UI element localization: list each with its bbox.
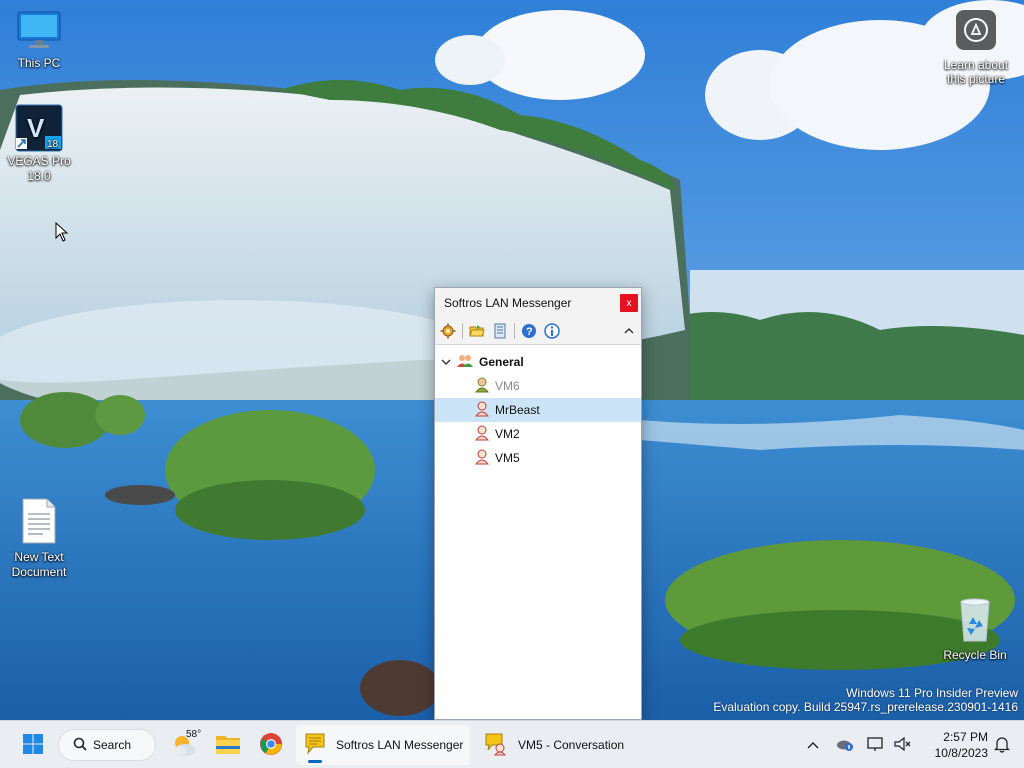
user-online-icon bbox=[474, 401, 490, 420]
info-icon[interactable] bbox=[543, 322, 561, 340]
group-name: General bbox=[479, 355, 524, 369]
contact-name: VM6 bbox=[495, 379, 520, 393]
window-title: Softros LAN Messenger bbox=[444, 296, 572, 310]
svg-text:V: V bbox=[27, 113, 45, 143]
volume-muted-icon bbox=[894, 736, 912, 755]
desktop-icon-label: New Text Document bbox=[11, 550, 67, 579]
weather-widget[interactable]: 58° bbox=[166, 725, 206, 765]
folder-icon bbox=[215, 733, 241, 758]
volume-tray[interactable] bbox=[892, 725, 914, 765]
contact-vm6[interactable]: VM6 bbox=[435, 374, 641, 398]
desktop-icon-label: VEGAS Pro 18.0 bbox=[7, 154, 71, 183]
contact-mrbeast[interactable]: MrBeast bbox=[435, 398, 641, 422]
windows-watermark: Windows 11 Pro Insider Preview Evaluatio… bbox=[713, 686, 1018, 714]
group-users-icon bbox=[456, 354, 474, 371]
bell-icon bbox=[993, 735, 1011, 756]
network-icon bbox=[867, 736, 885, 755]
learn-label: Learn about this picture bbox=[943, 58, 1009, 86]
contact-name: VM5 bbox=[495, 451, 520, 465]
contact-tree: General VM6 MrBeast VM2 VM5 bbox=[435, 345, 641, 470]
contact-name: MrBeast bbox=[495, 403, 540, 417]
group-general[interactable]: General bbox=[435, 350, 641, 374]
user-offline-icon bbox=[474, 377, 490, 396]
taskbar-app-label: Softros LAN Messenger bbox=[336, 738, 464, 752]
taskbar-app-softros[interactable]: Softros LAN Messenger bbox=[296, 725, 470, 765]
learn-about-picture[interactable]: Learn about this picture bbox=[936, 10, 1016, 86]
search-label: Search bbox=[93, 738, 132, 752]
conversation-icon bbox=[484, 732, 508, 759]
taskbar-app-label: VM5 - Conversation bbox=[518, 738, 625, 752]
user-online-icon bbox=[474, 425, 490, 444]
desktop-icon-new-text-document[interactable]: New Text Document bbox=[0, 498, 78, 580]
chevron-up-icon[interactable] bbox=[621, 323, 637, 339]
watermark-line-1: Windows 11 Pro Insider Preview bbox=[846, 686, 1018, 700]
file-explorer-button[interactable] bbox=[210, 725, 246, 765]
open-folder-icon[interactable] bbox=[468, 322, 486, 340]
messenger-window[interactable]: Softros LAN Messenger x ? General VM6 Mr… bbox=[434, 287, 642, 720]
text-document-icon bbox=[0, 498, 78, 548]
clock-time: 2:57 PM bbox=[943, 730, 988, 744]
chevron-up-icon bbox=[807, 738, 819, 752]
notifications-button[interactable] bbox=[990, 725, 1014, 765]
message-log-icon[interactable] bbox=[491, 322, 509, 340]
taskbar: Search 58° Softros LAN Messenger VM5 - C… bbox=[0, 720, 1024, 768]
toolbar-separator bbox=[514, 323, 515, 339]
desktop-icon-recycle-bin[interactable]: Recycle Bin bbox=[936, 598, 1014, 663]
chevron-down-icon[interactable] bbox=[441, 355, 451, 369]
svg-text:18: 18 bbox=[47, 139, 59, 150]
search-icon bbox=[73, 737, 87, 754]
onedrive-tray[interactable] bbox=[832, 725, 858, 765]
cloud-status-icon bbox=[835, 736, 855, 755]
show-hidden-icons-button[interactable] bbox=[800, 725, 826, 765]
contact-vm2[interactable]: VM2 bbox=[435, 422, 641, 446]
messenger-toolbar: ? bbox=[435, 318, 641, 345]
user-online-icon bbox=[474, 449, 490, 468]
desktop-icon-label: This PC bbox=[17, 56, 61, 70]
contact-name: VM2 bbox=[495, 427, 520, 441]
softros-messenger-icon bbox=[304, 732, 326, 759]
chrome-button[interactable] bbox=[252, 725, 290, 765]
desktop-icon-this-pc[interactable]: This PC bbox=[0, 10, 78, 71]
weather-partly-sunny-icon: 58° bbox=[170, 729, 202, 759]
toolbar-separator bbox=[462, 323, 463, 339]
desktop-icon-label: Recycle Bin bbox=[943, 648, 1007, 662]
clock[interactable]: 2:57 PM 10/8/2023 bbox=[922, 729, 988, 761]
active-indicator bbox=[308, 760, 322, 763]
camera-pin-icon bbox=[956, 10, 996, 50]
network-tray[interactable] bbox=[864, 725, 888, 765]
windows-logo-icon bbox=[22, 733, 44, 758]
vegas-pro-icon: V 18 bbox=[15, 104, 63, 152]
contact-vm5[interactable]: VM5 bbox=[435, 446, 641, 470]
weather-temp: 58° bbox=[186, 729, 202, 740]
taskbar-app-vm5-conversation[interactable]: VM5 - Conversation bbox=[476, 725, 636, 765]
messenger-titlebar[interactable]: Softros LAN Messenger x bbox=[435, 288, 641, 318]
close-button[interactable]: x bbox=[620, 294, 638, 312]
recycle-bin-icon bbox=[936, 598, 1014, 646]
mouse-cursor-icon bbox=[55, 221, 69, 247]
watermark-line-2: Evaluation copy. Build 25947.rs_prerelea… bbox=[713, 700, 1018, 714]
chrome-icon bbox=[259, 732, 283, 759]
monitor-icon bbox=[0, 10, 78, 54]
taskbar-search[interactable]: Search bbox=[58, 729, 156, 761]
desktop-icon-vegas-pro[interactable]: V 18 VEGAS Pro 18.0 bbox=[0, 104, 78, 184]
start-button[interactable] bbox=[14, 725, 52, 765]
help-icon[interactable]: ? bbox=[520, 322, 538, 340]
clock-date: 10/8/2023 bbox=[934, 746, 988, 760]
svg-text:?: ? bbox=[526, 326, 533, 338]
settings-gear-icon[interactable] bbox=[439, 322, 457, 340]
